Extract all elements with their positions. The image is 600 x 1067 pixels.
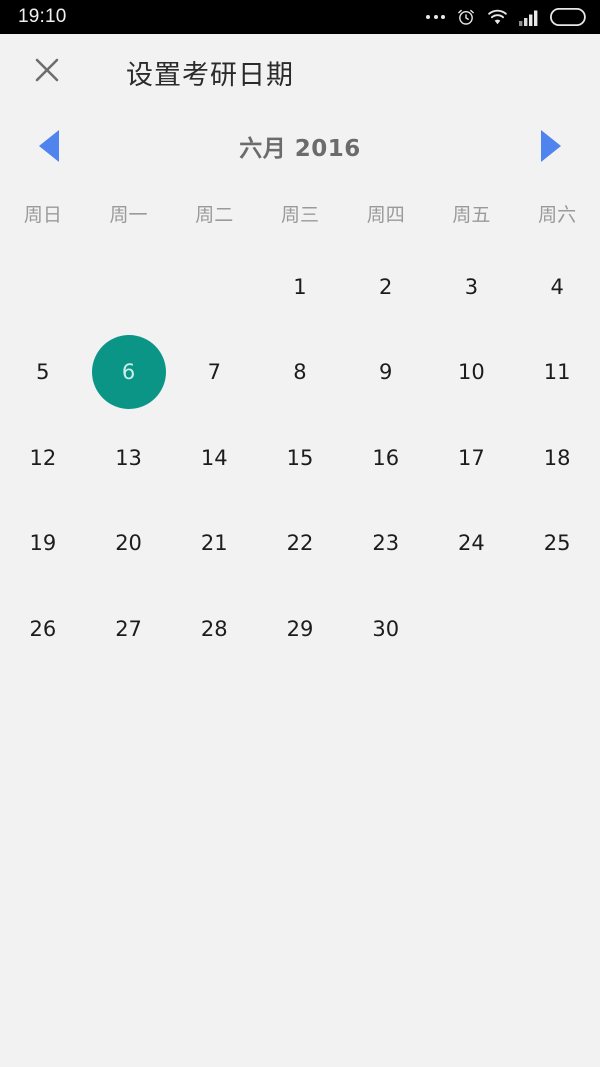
calendar-weeks: 1 2 3 4 5 6 7 8 9 10 11 12 13 14 15 16 17 18 19 20 21 22 23 24 2… [0, 244, 600, 672]
calendar-day-selected: 6 [91, 335, 166, 410]
signal-bars-icon [519, 9, 539, 26]
calendar-day-cell[interactable]: 21 [171, 501, 257, 587]
calendar-day-number: 17 [458, 445, 485, 470]
month-year-label: 六月 2016 [239, 136, 361, 162]
calendar-day-number: 5 [36, 360, 50, 385]
next-month-button[interactable] [528, 123, 574, 169]
calendar-day-number: 27 [115, 616, 142, 641]
calendar-day-number: 4 [550, 274, 564, 299]
calendar-empty-cell [86, 244, 172, 330]
calendar-day-number: 16 [372, 445, 400, 470]
alarm-clock-icon [456, 7, 476, 27]
status-bar: 19:10 [0, 0, 600, 34]
calendar-day-number: 1 [293, 274, 307, 299]
weekday-header: 周二 [195, 203, 234, 226]
calendar-week-row: 12 13 14 15 16 17 18 [0, 415, 600, 501]
month-navigation: 六月 2016 [0, 110, 600, 182]
calendar-day-number: 26 [29, 616, 57, 641]
page-title: 设置考研日期 [126, 59, 294, 91]
calendar-day-cell[interactable]: 1 [257, 244, 343, 330]
calendar-day-cell[interactable]: 20 [86, 501, 172, 587]
calendar-day-number: 29 [286, 616, 314, 641]
chevron-left-icon [39, 130, 59, 162]
calendar-day-cell[interactable]: 26 [0, 586, 86, 672]
weekday-header: 周日 [23, 203, 62, 226]
calendar-week-row: 19 20 21 22 23 24 25 [0, 501, 600, 587]
calendar-day-cell[interactable]: 30 [343, 586, 429, 672]
calendar-day-cell[interactable]: 28 [171, 586, 257, 672]
calendar-day-number: 9 [379, 360, 393, 385]
calendar-day-cell[interactable]: 24 [429, 501, 515, 587]
calendar-empty-cell [171, 244, 257, 330]
app-header: 设置考研日期 [0, 34, 600, 110]
more-dots-icon [426, 15, 445, 19]
weekday-header-row: 周日 周一 周二 周三 周四 周五 周六 [0, 182, 600, 244]
calendar-week-row: 5 6 7 8 9 10 11 [0, 330, 600, 416]
calendar-day-cell[interactable]: 2 [343, 244, 429, 330]
calendar-day-cell[interactable]: 16 [343, 415, 429, 501]
calendar-day-number: 24 [458, 531, 485, 556]
calendar-day-number: 10 [458, 360, 485, 385]
calendar-day-cell[interactable]: 13 [86, 415, 172, 501]
calendar-day-cell[interactable]: 17 [429, 415, 515, 501]
calendar-day-number: 8 [293, 360, 307, 385]
calendar-day-number: 21 [200, 531, 228, 556]
calendar-day-number: 20 [115, 531, 142, 556]
calendar-day-number: 28 [200, 616, 228, 641]
calendar-day-number: 25 [543, 531, 571, 556]
calendar-day-cell[interactable]: 23 [343, 501, 429, 587]
calendar-day-number: 11 [543, 360, 571, 385]
weekday-header: 周五 [452, 203, 491, 226]
weekday-header: 周四 [366, 203, 405, 226]
calendar-day-number: 22 [286, 531, 314, 556]
calendar-day-cell[interactable]: 5 [0, 330, 86, 416]
calendar-day-cell[interactable]: 9 [343, 330, 429, 416]
calendar-day-cell[interactable]: 8 [257, 330, 343, 416]
calendar-day-cell[interactable]: 4 [514, 244, 600, 330]
calendar-day-cell[interactable]: 10 [429, 330, 515, 416]
calendar-day-cell[interactable]: 6 [86, 330, 172, 416]
calendar-day-cell[interactable]: 25 [514, 501, 600, 587]
calendar-day-cell[interactable]: 12 [0, 415, 86, 501]
calendar-day-cell[interactable]: 14 [171, 415, 257, 501]
prev-month-button[interactable] [26, 123, 72, 169]
weekday-header: 周六 [538, 203, 577, 226]
calendar-day-number: 12 [29, 445, 57, 470]
calendar-day-number: 13 [115, 445, 142, 470]
calendar-day-number: 23 [372, 531, 400, 556]
weekday-header: 周一 [109, 203, 148, 226]
calendar-empty-cell [0, 244, 86, 330]
calendar-day-cell[interactable]: 22 [257, 501, 343, 587]
weekday-header: 周三 [280, 203, 319, 226]
calendar-day-number: 7 [207, 360, 221, 385]
calendar-day-number: 14 [200, 445, 228, 470]
calendar-day-number: 19 [29, 531, 57, 556]
calendar-empty-cell [514, 586, 600, 672]
calendar-day-cell[interactable]: 7 [171, 330, 257, 416]
calendar-day-number: 2 [379, 274, 393, 299]
calendar-day-number: 3 [464, 274, 479, 299]
calendar-week-row: 26 27 28 29 30 [0, 586, 600, 672]
calendar-week-row: 1 2 3 4 [0, 244, 600, 330]
calendar-day-number: 15 [286, 445, 314, 470]
wifi-icon [487, 9, 508, 26]
close-button[interactable] [26, 51, 68, 93]
calendar-day-number: 18 [543, 445, 571, 470]
calendar-day-cell[interactable]: 18 [514, 415, 600, 501]
calendar-day-cell[interactable]: 19 [0, 501, 86, 587]
calendar-day-cell[interactable]: 15 [257, 415, 343, 501]
status-bar-time: 19:10 [18, 6, 67, 27]
calendar-day-cell[interactable]: 29 [257, 586, 343, 672]
calendar-empty-cell [429, 586, 515, 672]
calendar-day-cell[interactable]: 3 [429, 244, 515, 330]
calendar-grid: 周日 周一 周二 周三 周四 周五 周六 1 2 3 4 5 6 7 8 9 10 11 12 13 14… [0, 182, 600, 672]
close-icon [32, 55, 62, 90]
calendar-day-number: 30 [372, 616, 400, 641]
battery-icon [550, 8, 586, 26]
calendar-day-cell[interactable]: 11 [514, 330, 600, 416]
calendar-day-cell[interactable]: 27 [86, 586, 172, 672]
status-bar-icons [426, 7, 586, 27]
chevron-right-icon [541, 130, 561, 162]
